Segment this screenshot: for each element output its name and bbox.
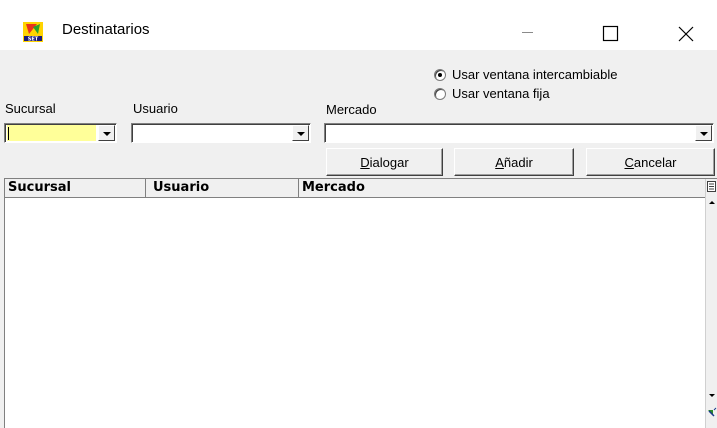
destinatarios-window: SET Destinatarios Usar ventana intercamb… xyxy=(0,0,717,428)
minimize-button[interactable] xyxy=(504,10,550,50)
column-header-mercado[interactable]: Mercado xyxy=(299,179,705,197)
maximize-button[interactable] xyxy=(589,10,635,50)
radio-checked-icon xyxy=(434,68,446,81)
sucursal-label: Sucursal xyxy=(5,101,56,116)
column-header-sucursal[interactable]: Sucursal xyxy=(5,179,145,197)
chevron-down-icon[interactable] xyxy=(292,125,309,141)
maximize-icon xyxy=(602,25,619,42)
text-caret xyxy=(8,127,9,140)
dialogar-button[interactable]: Dialogar xyxy=(326,148,443,176)
grid-corner-icon[interactable] xyxy=(706,407,717,419)
scroll-down-arrow-icon[interactable] xyxy=(706,390,717,402)
close-button[interactable] xyxy=(660,10,706,50)
mercado-label: Mercado xyxy=(326,102,377,117)
radio-usar-ventana-intercambiable[interactable]: Usar ventana intercambiable xyxy=(434,67,617,82)
chevron-down-icon[interactable] xyxy=(695,125,712,141)
anadir-button[interactable]: Añadir xyxy=(454,148,574,176)
column-header-usuario[interactable]: Usuario xyxy=(146,179,298,197)
set-app-icon: SET xyxy=(23,22,43,42)
mercado-value xyxy=(327,125,693,141)
scroll-up-arrow-icon[interactable] xyxy=(706,197,717,209)
close-icon xyxy=(678,26,694,42)
dialogar-mnemonic: D xyxy=(360,154,370,170)
radio-unchecked-icon xyxy=(434,87,446,100)
client-area: Usar ventana intercambiable Usar ventana… xyxy=(0,50,717,428)
usuario-combobox[interactable] xyxy=(131,123,311,143)
cancelar-label: ancelar xyxy=(633,154,677,170)
grid-header: Sucursal Usuario Mercado xyxy=(5,179,705,198)
chevron-down-icon[interactable] xyxy=(98,125,115,141)
radio-interchangeable-label: Usar ventana intercambiable xyxy=(452,67,618,82)
anadir-mnemonic: A xyxy=(495,154,504,170)
sucursal-value xyxy=(7,125,96,141)
svg-text:SET: SET xyxy=(28,37,39,43)
radio-usar-ventana-fija[interactable]: Usar ventana fija xyxy=(434,86,550,101)
dialogar-label: ialogar xyxy=(369,154,409,170)
vertical-scrollbar[interactable] xyxy=(705,179,717,428)
window-title: Destinatarios xyxy=(62,21,150,38)
usuario-label: Usuario xyxy=(133,101,178,116)
destinatarios-grid[interactable]: Sucursal Usuario Mercado xyxy=(4,178,717,428)
title-bar[interactable]: SET Destinatarios xyxy=(0,0,717,50)
anadir-label: ñadir xyxy=(503,154,533,170)
sucursal-combobox[interactable] xyxy=(4,123,117,143)
usuario-value xyxy=(134,125,290,141)
radio-fixed-label: Usar ventana fija xyxy=(452,86,550,101)
cancelar-mnemonic: C xyxy=(624,154,634,170)
cancelar-button[interactable]: Cancelar xyxy=(586,148,715,176)
mercado-combobox[interactable] xyxy=(324,123,714,143)
grid-menu-icon[interactable] xyxy=(706,180,717,193)
